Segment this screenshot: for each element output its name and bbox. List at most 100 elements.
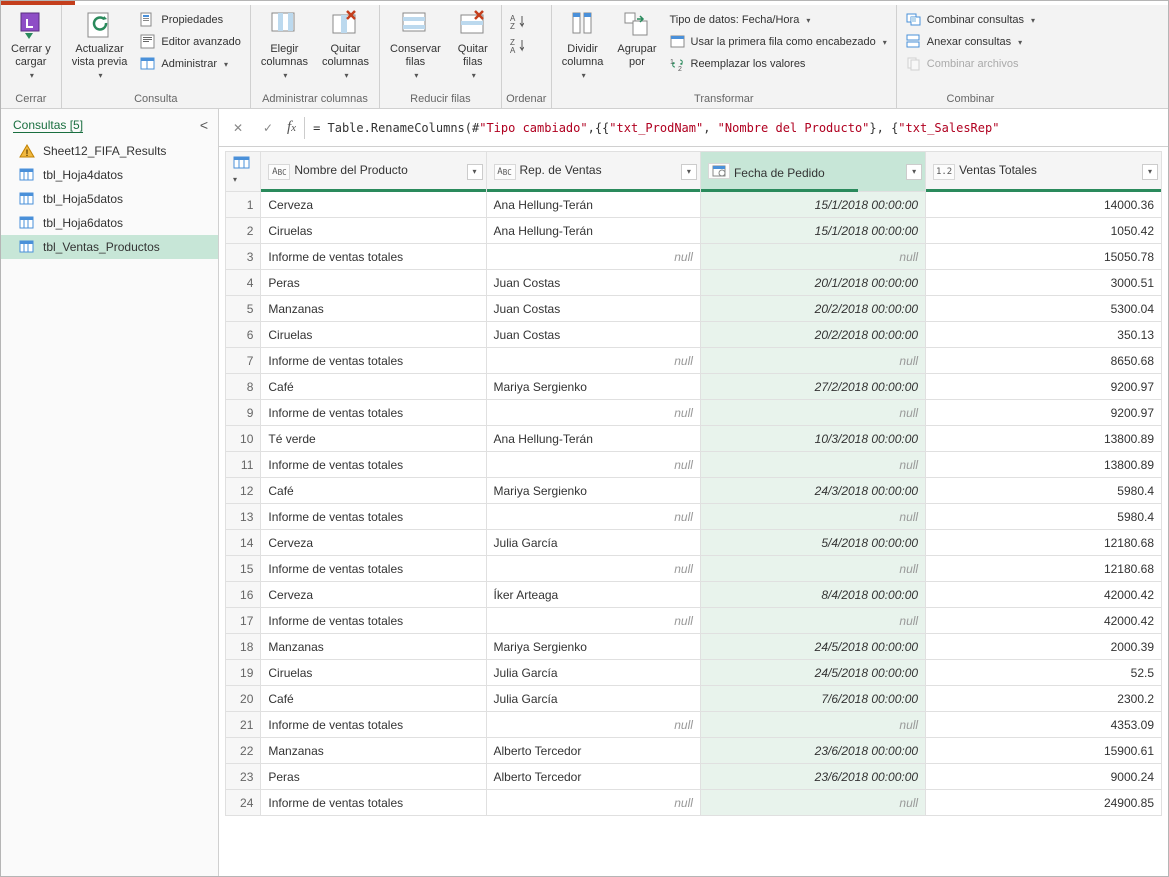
table-row[interactable]: 3Informe de ventas totalesnullnull15050.… bbox=[226, 244, 1162, 270]
table-row[interactable]: 11Informe de ventas totalesnullnull13800… bbox=[226, 452, 1162, 478]
keep-rows-button[interactable]: Conservarfilas ▾ bbox=[384, 7, 447, 83]
table-row[interactable]: 16CervezaÍker Arteaga8/4/2018 00:00:0042… bbox=[226, 582, 1162, 608]
table-row[interactable]: 22ManzanasAlberto Tercedor23/6/2018 00:0… bbox=[226, 738, 1162, 764]
sort-desc-icon: ZA bbox=[508, 38, 524, 54]
append-icon bbox=[906, 34, 922, 50]
table-row[interactable]: 10Té verdeAna Hellung-Terán10/3/2018 00:… bbox=[226, 426, 1162, 452]
chevron-down-icon: ▾ bbox=[30, 71, 34, 81]
column-label: Nombre del Producto bbox=[294, 163, 407, 177]
remove-rows-button[interactable]: Quitarfilas ▾ bbox=[449, 7, 497, 83]
cell-rep: Mariya Sergienko bbox=[486, 478, 700, 504]
column-header-Nombre-del-Producto[interactable]: ABCNombre del Producto▾ bbox=[261, 152, 486, 192]
sidebar-item-tbl_Hoja5datos[interactable]: tbl_Hoja5datos bbox=[1, 187, 218, 211]
merge-queries-button[interactable]: Combinar consultas ▾ bbox=[901, 9, 1040, 31]
column-filter-button[interactable]: ▾ bbox=[681, 164, 697, 180]
column-header-Rep.-de-Ventas[interactable]: ABCRep. de Ventas▾ bbox=[486, 152, 700, 192]
choose-columns-button[interactable]: Elegircolumnas ▾ bbox=[255, 7, 314, 83]
group-label-consulta: Consulta bbox=[66, 91, 246, 108]
table-row[interactable]: 1CervezaAna Hellung-Terán15/1/2018 00:00… bbox=[226, 192, 1162, 218]
cell-rep: Ana Hellung-Terán bbox=[486, 426, 700, 452]
row-number: 2 bbox=[226, 218, 261, 244]
table-corner[interactable]: ▾ bbox=[226, 152, 261, 192]
cell-rep: Juan Costas bbox=[486, 296, 700, 322]
column-filter-button[interactable]: ▾ bbox=[906, 164, 922, 180]
sort-asc-button[interactable]: AZ bbox=[506, 11, 526, 33]
table-row[interactable]: 4PerasJuan Costas20/1/2018 00:00:003000.… bbox=[226, 270, 1162, 296]
cell-rep: Julia García bbox=[486, 660, 700, 686]
table-row[interactable]: 17Informe de ventas totalesnullnull42000… bbox=[226, 608, 1162, 634]
table-row[interactable]: 15Informe de ventas totalesnullnull12180… bbox=[226, 556, 1162, 582]
cancel-formula-button[interactable]: ✕ bbox=[227, 117, 249, 139]
cell-total: 4353.09 bbox=[926, 712, 1162, 738]
confirm-formula-button[interactable]: ✓ bbox=[257, 117, 279, 139]
column-filter-button[interactable]: ▾ bbox=[1142, 164, 1158, 180]
collapse-sidebar-icon[interactable]: < bbox=[200, 117, 208, 133]
table-row[interactable]: 7Informe de ventas totalesnullnull8650.6… bbox=[226, 348, 1162, 374]
split-column-button[interactable]: Dividircolumna ▾ bbox=[556, 7, 610, 83]
cell-total: 9000.24 bbox=[926, 764, 1162, 790]
replace-values-button[interactable]: 12 Reemplazar los valores bbox=[665, 53, 892, 75]
sidebar-item-tbl_Hoja6datos[interactable]: tbl_Hoja6datos bbox=[1, 211, 218, 235]
table-row[interactable]: 24Informe de ventas totalesnullnull24900… bbox=[226, 790, 1162, 816]
group-label-transform: Transformar bbox=[556, 91, 892, 108]
row-number: 6 bbox=[226, 322, 261, 348]
cell-total: 12180.68 bbox=[926, 530, 1162, 556]
row-number: 15 bbox=[226, 556, 261, 582]
manage-button[interactable]: Administrar ▾ bbox=[135, 53, 246, 75]
chevron-down-icon: ▾ bbox=[283, 71, 287, 81]
column-filter-button[interactable]: ▾ bbox=[467, 164, 483, 180]
cell-date: null bbox=[700, 452, 925, 478]
formula-bar: ✕ ✓ fx = Table.RenameColumns(#"Tipo camb… bbox=[219, 109, 1168, 147]
cell-total: 13800.89 bbox=[926, 452, 1162, 478]
group-label-cerrar: Cerrar bbox=[5, 91, 57, 108]
cell-product: Informe de ventas totales bbox=[261, 400, 486, 426]
remove-columns-button[interactable]: Quitarcolumnas ▾ bbox=[316, 7, 375, 83]
table-row[interactable]: 13Informe de ventas totalesnullnull5980.… bbox=[226, 504, 1162, 530]
cell-date: 8/4/2018 00:00:00 bbox=[700, 582, 925, 608]
table-row[interactable]: 6CiruelasJuan Costas20/2/2018 00:00:0035… bbox=[226, 322, 1162, 348]
refresh-preview-button[interactable]: Actualizarvista previa ▾ bbox=[66, 7, 134, 83]
cell-date: 10/3/2018 00:00:00 bbox=[700, 426, 925, 452]
remove-rows-icon bbox=[457, 9, 489, 41]
datatype-button[interactable]: Tipo de datos: Fecha/Hora ▾ bbox=[665, 9, 892, 31]
table-row[interactable]: 9Informe de ventas totalesnullnull9200.9… bbox=[226, 400, 1162, 426]
cell-date: 5/4/2018 00:00:00 bbox=[700, 530, 925, 556]
close-load-button[interactable]: Cerrar ycargar ▾ bbox=[5, 7, 57, 83]
sidebar-header: Consultas [5] < bbox=[1, 113, 218, 139]
row-number: 5 bbox=[226, 296, 261, 322]
table-row[interactable]: 5ManzanasJuan Costas20/2/2018 00:00:0053… bbox=[226, 296, 1162, 322]
fx-icon: fx bbox=[287, 119, 296, 136]
sidebar-item-tbl_Hoja4datos[interactable]: tbl_Hoja4datos bbox=[1, 163, 218, 187]
cell-product: Cerveza bbox=[261, 530, 486, 556]
table-row[interactable]: 18ManzanasMariya Sergienko24/5/2018 00:0… bbox=[226, 634, 1162, 660]
table-row[interactable]: 23PerasAlberto Tercedor23/6/2018 00:00:0… bbox=[226, 764, 1162, 790]
table-row[interactable]: 21Informe de ventas totalesnullnull4353.… bbox=[226, 712, 1162, 738]
sidebar-item-Sheet12_FIFA_Results[interactable]: !Sheet12_FIFA_Results bbox=[1, 139, 218, 163]
data-table-wrap: ▾ ABCNombre del Producto▾ABCRep. de Vent… bbox=[219, 147, 1168, 876]
sidebar-item-tbl_Ventas_Productos[interactable]: tbl_Ventas_Productos bbox=[1, 235, 218, 259]
table-row[interactable]: 14CervezaJulia García5/4/2018 00:00:0012… bbox=[226, 530, 1162, 556]
group-by-button[interactable]: Agruparpor bbox=[611, 7, 662, 71]
table-row[interactable]: 12CaféMariya Sergienko24/3/2018 00:00:00… bbox=[226, 478, 1162, 504]
cell-rep: Julia García bbox=[486, 686, 700, 712]
formula-input[interactable]: = Table.RenameColumns(#"Tipo cambiado",{… bbox=[313, 121, 1160, 135]
table-row[interactable]: 19CiruelasJulia García24/5/2018 00:00:00… bbox=[226, 660, 1162, 686]
cell-product: Café bbox=[261, 686, 486, 712]
table-row[interactable]: 20CaféJulia García7/6/2018 00:00:002300.… bbox=[226, 686, 1162, 712]
append-queries-button[interactable]: Anexar consultas ▾ bbox=[901, 31, 1040, 53]
column-header-Ventas-Totales[interactable]: 1.2Ventas Totales▾ bbox=[926, 152, 1162, 192]
cell-rep: null bbox=[486, 712, 700, 738]
cell-rep: Ana Hellung-Terán bbox=[486, 192, 700, 218]
first-row-header-button[interactable]: Usar la primera fila como encabezado ▾ bbox=[665, 31, 892, 53]
column-header-Fecha-de-Pedido[interactable]: Fecha de Pedido▾ bbox=[700, 152, 925, 192]
table-row[interactable]: 2CiruelasAna Hellung-Terán15/1/2018 00:0… bbox=[226, 218, 1162, 244]
ribbon-group-transform: Dividircolumna ▾ Agruparpor Tipo de dato… bbox=[552, 5, 897, 108]
remove-columns-icon bbox=[329, 9, 361, 41]
advanced-editor-button[interactable]: Editor avanzado bbox=[135, 31, 246, 53]
properties-button[interactable]: Propiedades bbox=[135, 9, 246, 31]
cell-date: 24/5/2018 00:00:00 bbox=[700, 634, 925, 660]
cell-product: Informe de ventas totales bbox=[261, 712, 486, 738]
sort-desc-button[interactable]: ZA bbox=[506, 35, 526, 57]
table-row[interactable]: 8CaféMariya Sergienko27/2/2018 00:00:009… bbox=[226, 374, 1162, 400]
cell-date: null bbox=[700, 556, 925, 582]
